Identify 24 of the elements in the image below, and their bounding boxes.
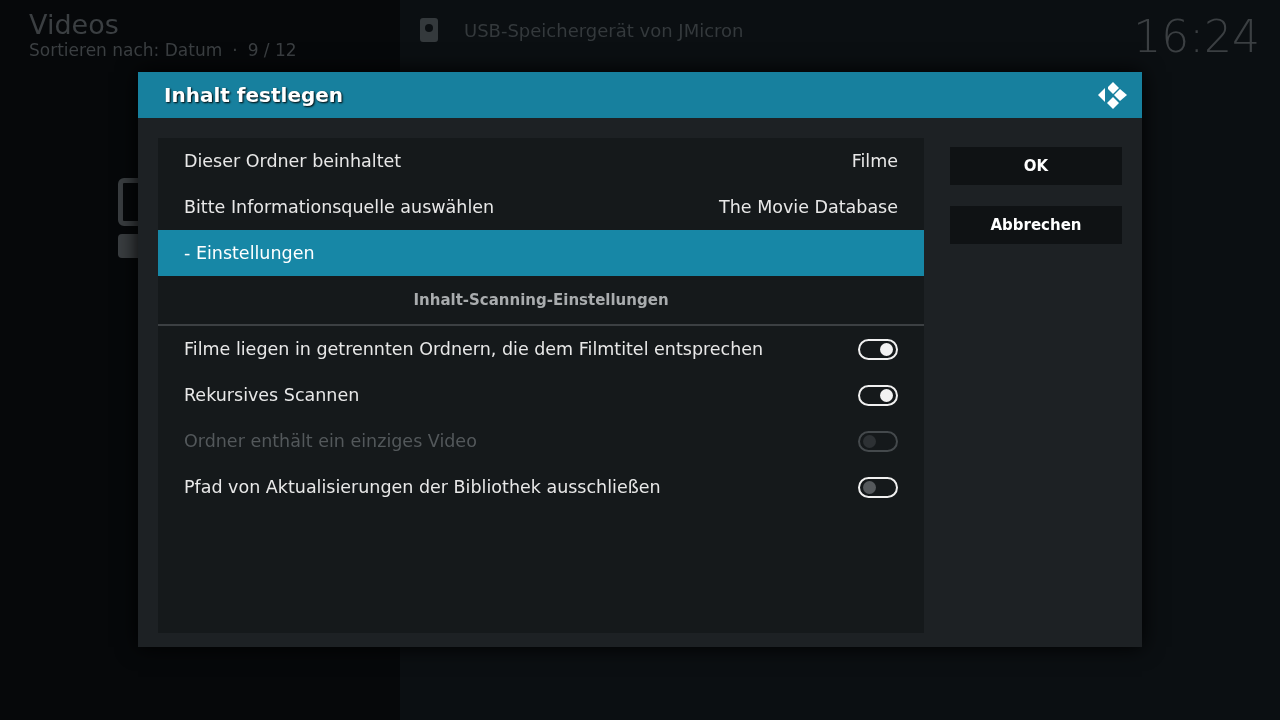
setting-label: Pfad von Aktualisierungen der Bibliothek ausschließen xyxy=(184,477,661,497)
dialog-button[interactable]: Abbrechen xyxy=(950,206,1122,244)
category-heading: Inhalt-Scanning-Einstellungen xyxy=(158,276,924,326)
item-position: 9 / 12 xyxy=(247,40,297,60)
setting-label: Filme liegen in getrennten Ordnern, die dem Filmtitel entsprechen xyxy=(184,339,764,359)
separator-dot: · xyxy=(232,40,238,60)
setting-row[interactable]: Rekursives Scannen xyxy=(158,372,924,418)
setting-row[interactable]: Bitte Informationsquelle auswählen The Movie Database xyxy=(158,184,924,230)
setting-row[interactable]: - Einstellungen xyxy=(158,230,924,276)
drive-icon xyxy=(420,18,438,42)
setting-row[interactable]: Pfad von Aktualisierungen der Bibliothek ausschließen xyxy=(158,464,924,510)
setting-label: Dieser Ordner beinhaltet xyxy=(184,151,402,171)
setting-label: Bitte Informationsquelle auswählen xyxy=(184,197,495,217)
setting-label: Rekursives Scannen xyxy=(184,385,360,405)
setting-row[interactable]: Dieser Ordner beinhaltet Filme xyxy=(158,138,924,184)
dialog-button[interactable]: OK xyxy=(950,147,1122,185)
sort-label: Sortieren nach: Datum xyxy=(29,40,223,60)
dialog-title: Inhalt festlegen xyxy=(164,83,344,107)
setting-row[interactable]: Filme liegen in getrennten Ordnern, die dem Filmtitel entsprechen xyxy=(158,326,924,372)
setting-value: The Movie Database xyxy=(719,197,898,217)
section-title: Videos xyxy=(29,10,120,40)
setting-value: Filme xyxy=(851,151,898,171)
setting-label: Ordner enthält ein einziges Video xyxy=(184,431,477,451)
setting-label: - Einstellungen xyxy=(184,243,315,263)
